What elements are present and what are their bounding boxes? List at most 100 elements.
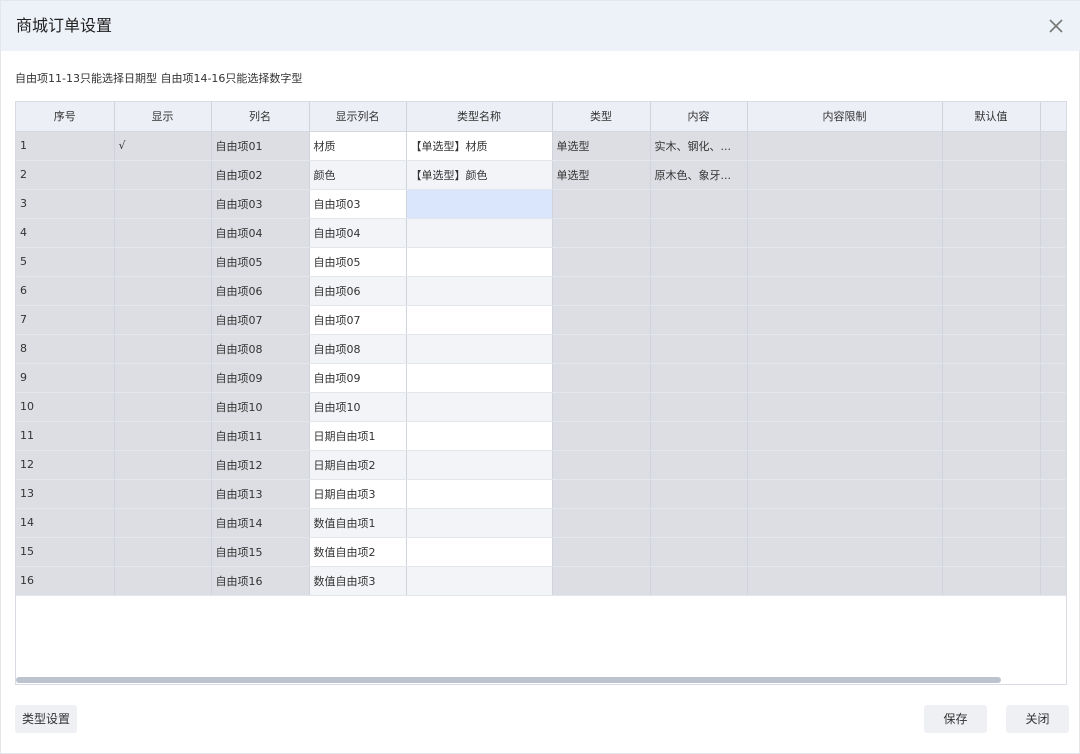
cell-index: 10: [16, 392, 115, 422]
table-row[interactable]: 14 自由项14 数值自由项1: [16, 508, 1066, 538]
table-row[interactable]: 8 自由项08 自由项08: [16, 334, 1066, 364]
header-col-content[interactable]: 内容: [650, 102, 748, 132]
table-row[interactable]: 2 自由项02 颜色 【单选型】颜色 单选型 原木色、象牙...: [16, 160, 1066, 190]
cell-display-name[interactable]: 自由项03: [309, 189, 407, 219]
cell-type-name[interactable]: [406, 276, 553, 306]
table-row[interactable]: 1 √ 自由项01 材质 【单选型】材质 单选型 实木、钢化、...: [16, 131, 1066, 161]
cell-content: [650, 334, 748, 364]
cell-type-name[interactable]: [406, 392, 553, 422]
close-button[interactable]: 关闭: [1006, 705, 1069, 733]
cell-display-name[interactable]: 自由项07: [309, 305, 407, 335]
cell-type-name[interactable]: [406, 537, 553, 567]
table-row[interactable]: 6 自由项06 自由项06: [16, 276, 1066, 306]
table-row[interactable]: 3 自由项03 自由项03: [16, 189, 1066, 219]
table-row[interactable]: 11 自由项11 日期自由项1: [16, 421, 1066, 451]
cell-content-limit: [747, 421, 943, 451]
header-col-content-limit[interactable]: 内容限制: [747, 102, 943, 132]
table-row[interactable]: 12 自由项12 日期自由项2: [16, 450, 1066, 480]
header-col-type[interactable]: 类型: [552, 102, 651, 132]
close-icon[interactable]: [1045, 15, 1067, 37]
cell-extra: [1040, 131, 1066, 161]
cell-display-name[interactable]: 自由项10: [309, 392, 407, 422]
cell-display-name[interactable]: 日期自由项3: [309, 479, 407, 509]
cell-display-name[interactable]: 自由项05: [309, 247, 407, 277]
cell-type-name[interactable]: [406, 508, 553, 538]
cell-type: 单选型: [552, 160, 651, 190]
header-col-extra[interactable]: [1040, 102, 1066, 132]
cell-extra: [1040, 508, 1066, 538]
cell-display-name[interactable]: 数值自由项2: [309, 537, 407, 567]
cell-type: [552, 218, 651, 248]
cell-default: [942, 189, 1041, 219]
cell-content: [650, 247, 748, 277]
save-button[interactable]: 保存: [924, 705, 987, 733]
cell-type-name[interactable]: [406, 421, 553, 451]
cell-index: 9: [16, 363, 115, 393]
cell-display-name[interactable]: 日期自由项2: [309, 450, 407, 480]
restriction-note: 自由项11-13只能选择日期型 自由项14-16只能选择数字型: [15, 72, 303, 85]
cell-type: [552, 334, 651, 364]
cell-content: [650, 392, 748, 422]
horizontal-scrollbar[interactable]: [16, 677, 1001, 683]
cell-extra: [1040, 189, 1066, 219]
type-settings-button[interactable]: 类型设置: [15, 705, 77, 733]
cell-type-name[interactable]: [406, 566, 553, 596]
cell-type-name[interactable]: [406, 218, 553, 248]
cell-name: 自由项14: [211, 508, 310, 538]
cell-display-name[interactable]: 自由项09: [309, 363, 407, 393]
cell-index: 1: [16, 131, 115, 161]
cell-type-name[interactable]: [406, 305, 553, 335]
cell-visible: [114, 218, 212, 248]
table-row[interactable]: 7 自由项07 自由项07: [16, 305, 1066, 335]
cell-index: 4: [16, 218, 115, 248]
header-col-index[interactable]: 序号: [16, 102, 115, 132]
table-row[interactable]: 5 自由项05 自由项05: [16, 247, 1066, 277]
cell-type: [552, 479, 651, 509]
cell-extra: [1040, 334, 1066, 364]
cell-name: 自由项02: [211, 160, 310, 190]
cell-type: [552, 450, 651, 480]
cell-display-name[interactable]: 自由项04: [309, 218, 407, 248]
cell-name: 自由项16: [211, 566, 310, 596]
cell-content: [650, 218, 748, 248]
cell-type-name[interactable]: [406, 450, 553, 480]
cell-content-limit: [747, 276, 943, 306]
header-col-default[interactable]: 默认值: [942, 102, 1041, 132]
header-col-name[interactable]: 列名: [211, 102, 310, 132]
cell-type-name[interactable]: [406, 189, 553, 219]
table-row[interactable]: 9 自由项09 自由项09: [16, 363, 1066, 393]
cell-display-name[interactable]: 颜色: [309, 160, 407, 190]
cell-visible: [114, 392, 212, 422]
cell-display-name[interactable]: 数值自由项1: [309, 508, 407, 538]
table-row[interactable]: 16 自由项16 数值自由项3: [16, 566, 1066, 596]
cell-display-name[interactable]: 自由项06: [309, 276, 407, 306]
cell-extra: [1040, 305, 1066, 335]
cell-visible: [114, 421, 212, 451]
cell-default: [942, 305, 1041, 335]
cell-display-name[interactable]: 自由项08: [309, 334, 407, 364]
cell-visible: [114, 537, 212, 567]
header-col-visible[interactable]: 显示: [114, 102, 212, 132]
cell-content-limit: [747, 479, 943, 509]
cell-display-name[interactable]: 日期自由项1: [309, 421, 407, 451]
cell-display-name[interactable]: 材质: [309, 131, 407, 161]
cell-display-name[interactable]: 数值自由项3: [309, 566, 407, 596]
header-col-display-name[interactable]: 显示列名: [309, 102, 407, 132]
cell-type-name[interactable]: [406, 247, 553, 277]
cell-type: [552, 537, 651, 567]
cell-type-name[interactable]: 【单选型】材质: [406, 131, 553, 161]
table-row[interactable]: 15 自由项15 数值自由项2: [16, 537, 1066, 567]
cell-index: 8: [16, 334, 115, 364]
cell-type-name[interactable]: [406, 334, 553, 364]
table-row[interactable]: 13 自由项13 日期自由项3: [16, 479, 1066, 509]
cell-type-name[interactable]: [406, 479, 553, 509]
cell-visible: [114, 566, 212, 596]
table-header-row: 序号 显示 列名 显示列名 类型名称 类型 内容 内容限制 默认值: [16, 102, 1066, 132]
table-row[interactable]: 10 自由项10 自由项10: [16, 392, 1066, 422]
cell-type-name[interactable]: [406, 363, 553, 393]
header-col-type-name[interactable]: 类型名称: [406, 102, 553, 132]
cell-content-limit: [747, 218, 943, 248]
cell-visible: [114, 247, 212, 277]
cell-type-name[interactable]: 【单选型】颜色: [406, 160, 553, 190]
table-row[interactable]: 4 自由项04 自由项04: [16, 218, 1066, 248]
